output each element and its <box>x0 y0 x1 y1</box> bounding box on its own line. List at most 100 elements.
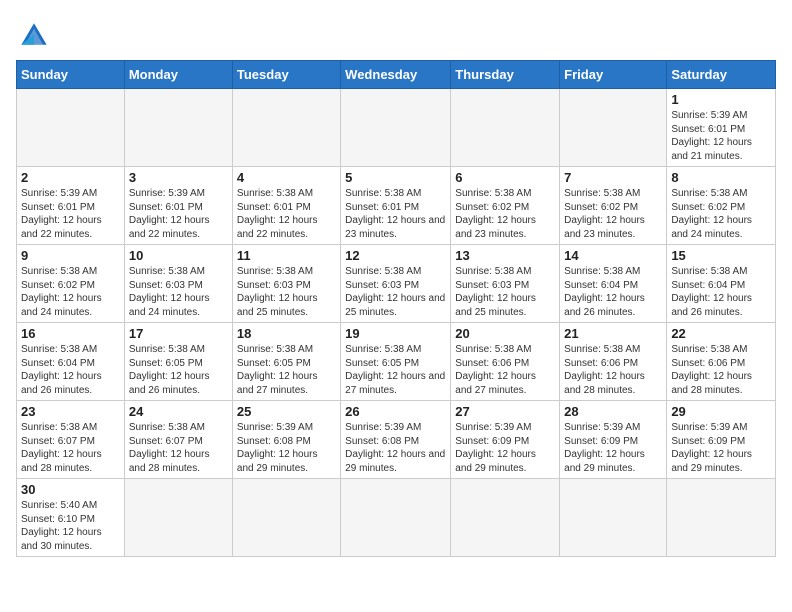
day-number: 2 <box>21 170 120 185</box>
calendar-day-cell: 15 Sunrise: 5:38 AM Sunset: 6:04 PM Dayli… <box>667 245 776 323</box>
day-number: 3 <box>129 170 228 185</box>
calendar-day-cell: 21 Sunrise: 5:38 AM Sunset: 6:06 PM Dayli… <box>560 323 667 401</box>
day-number: 11 <box>237 248 336 263</box>
page-header <box>16 16 776 52</box>
day-number: 7 <box>564 170 662 185</box>
day-info: Sunrise: 5:38 AM Sunset: 6:03 PM Dayligh… <box>237 265 336 319</box>
day-number: 15 <box>671 248 771 263</box>
day-number: 20 <box>455 326 555 341</box>
calendar-day-cell: 29Sunrise: 5:39 AM Sunset: 6:09 PM Dayli… <box>667 401 776 479</box>
day-info: Sunrise: 5:38 AM Sunset: 6:04 PM Dayligh… <box>564 265 662 319</box>
day-info: Sunrise: 5:38 AM Sunset: 6:02 PM Dayligh… <box>21 265 120 319</box>
day-info: Sunrise: 5:38 AM Sunset: 6:05 PM Dayligh… <box>345 343 446 397</box>
weekday-header-thursday: Thursday <box>451 61 560 89</box>
day-info: Sunrise: 5:39 AM Sunset: 6:08 PM Dayligh… <box>237 421 336 475</box>
calendar-day-cell: 30 Sunrise: 5:40 AM Sunset: 6:10 PM Dayli… <box>17 479 125 557</box>
day-info: Sunrise: 5:38 AM Sunset: 6:04 PM Dayligh… <box>21 343 120 397</box>
weekday-header-friday: Friday <box>560 61 667 89</box>
day-info: Sunrise: 5:38 AM Sunset: 6:03 PM Dayligh… <box>129 265 228 319</box>
day-info: Sunrise: 5:38 AM Sunset: 6:04 PM Dayligh… <box>671 265 771 319</box>
calendar-week-6: 30 Sunrise: 5:40 AM Sunset: 6:10 PM Dayli… <box>17 479 776 557</box>
calendar-day-cell: 24 Sunrise: 5:38 AM Sunset: 6:07 PM Dayli… <box>124 401 232 479</box>
calendar-day-cell <box>560 479 667 557</box>
day-number: 10 <box>129 248 228 263</box>
day-number: 30 <box>21 482 120 497</box>
day-number: 27 <box>455 404 555 419</box>
day-info: Sunrise: 5:38 AM Sunset: 6:07 PM Dayligh… <box>21 421 120 475</box>
weekday-header-sunday: Sunday <box>17 61 125 89</box>
calendar-week-4: 16 Sunrise: 5:38 AM Sunset: 6:04 PM Dayli… <box>17 323 776 401</box>
day-number: 26 <box>345 404 446 419</box>
day-info: Sunrise: 5:38 AM Sunset: 6:06 PM Dayligh… <box>455 343 555 397</box>
day-number: 5 <box>345 170 446 185</box>
calendar-week-1: 1Sunrise: 5:39 AM Sunset: 6:01 PM Daylig… <box>17 89 776 167</box>
day-number: 25 <box>237 404 336 419</box>
calendar-day-cell <box>232 479 340 557</box>
day-number: 21 <box>564 326 662 341</box>
calendar-day-cell: 8Sunrise: 5:38 AM Sunset: 6:02 PM Daylig… <box>667 167 776 245</box>
calendar-day-cell: 7 Sunrise: 5:38 AM Sunset: 6:02 PM Daylig… <box>560 167 667 245</box>
day-number: 23 <box>21 404 120 419</box>
calendar-day-cell: 11 Sunrise: 5:38 AM Sunset: 6:03 PM Dayli… <box>232 245 340 323</box>
calendar-day-cell <box>17 89 125 167</box>
calendar-day-cell <box>232 89 340 167</box>
weekday-header-wednesday: Wednesday <box>341 61 451 89</box>
day-info: Sunrise: 5:39 AM Sunset: 6:08 PM Dayligh… <box>345 421 446 475</box>
calendar-day-cell: 5 Sunrise: 5:38 AM Sunset: 6:01 PM Daylig… <box>341 167 451 245</box>
day-number: 13 <box>455 248 555 263</box>
day-info: Sunrise: 5:40 AM Sunset: 6:10 PM Dayligh… <box>21 499 120 553</box>
day-number: 24 <box>129 404 228 419</box>
day-number: 4 <box>237 170 336 185</box>
calendar-day-cell <box>451 89 560 167</box>
day-info: Sunrise: 5:38 AM Sunset: 6:07 PM Dayligh… <box>129 421 228 475</box>
day-info: Sunrise: 5:38 AM Sunset: 6:06 PM Dayligh… <box>671 343 771 397</box>
generalblue-logo-icon <box>16 16 52 52</box>
day-number: 12 <box>345 248 446 263</box>
calendar-week-2: 2 Sunrise: 5:39 AM Sunset: 6:01 PM Daylig… <box>17 167 776 245</box>
day-info: Sunrise: 5:39 AM Sunset: 6:01 PM Dayligh… <box>21 187 120 241</box>
day-number: 28 <box>564 404 662 419</box>
calendar-day-cell: 27 Sunrise: 5:39 AM Sunset: 6:09 PM Dayli… <box>451 401 560 479</box>
day-number: 14 <box>564 248 662 263</box>
day-info: Sunrise: 5:38 AM Sunset: 6:06 PM Dayligh… <box>564 343 662 397</box>
calendar-day-cell: 10 Sunrise: 5:38 AM Sunset: 6:03 PM Dayli… <box>124 245 232 323</box>
calendar-day-cell: 3 Sunrise: 5:39 AM Sunset: 6:01 PM Daylig… <box>124 167 232 245</box>
weekday-header-row: SundayMondayTuesdayWednesdayThursdayFrid… <box>17 61 776 89</box>
calendar-day-cell <box>124 89 232 167</box>
calendar-day-cell <box>341 479 451 557</box>
calendar-day-cell <box>341 89 451 167</box>
day-info: Sunrise: 5:38 AM Sunset: 6:05 PM Dayligh… <box>129 343 228 397</box>
calendar-day-cell: 16 Sunrise: 5:38 AM Sunset: 6:04 PM Dayli… <box>17 323 125 401</box>
calendar-week-5: 23 Sunrise: 5:38 AM Sunset: 6:07 PM Dayli… <box>17 401 776 479</box>
calendar-day-cell: 18 Sunrise: 5:38 AM Sunset: 6:05 PM Dayli… <box>232 323 340 401</box>
calendar-day-cell: 28Sunrise: 5:39 AM Sunset: 6:09 PM Dayli… <box>560 401 667 479</box>
day-number: 16 <box>21 326 120 341</box>
day-info: Sunrise: 5:39 AM Sunset: 6:09 PM Dayligh… <box>455 421 555 475</box>
calendar-day-cell <box>124 479 232 557</box>
weekday-header-saturday: Saturday <box>667 61 776 89</box>
day-number: 18 <box>237 326 336 341</box>
day-number: 8 <box>671 170 771 185</box>
calendar-day-cell: 2 Sunrise: 5:39 AM Sunset: 6:01 PM Daylig… <box>17 167 125 245</box>
day-info: Sunrise: 5:38 AM Sunset: 6:01 PM Dayligh… <box>345 187 446 241</box>
day-number: 17 <box>129 326 228 341</box>
calendar-day-cell: 1Sunrise: 5:39 AM Sunset: 6:01 PM Daylig… <box>667 89 776 167</box>
day-info: Sunrise: 5:38 AM Sunset: 6:05 PM Dayligh… <box>237 343 336 397</box>
calendar-day-cell <box>560 89 667 167</box>
day-number: 1 <box>671 92 771 107</box>
calendar-day-cell: 20 Sunrise: 5:38 AM Sunset: 6:06 PM Dayli… <box>451 323 560 401</box>
day-info: Sunrise: 5:38 AM Sunset: 6:01 PM Dayligh… <box>237 187 336 241</box>
day-info: Sunrise: 5:39 AM Sunset: 6:01 PM Dayligh… <box>129 187 228 241</box>
day-number: 19 <box>345 326 446 341</box>
day-number: 6 <box>455 170 555 185</box>
calendar-day-cell: 22 Sunrise: 5:38 AM Sunset: 6:06 PM Dayli… <box>667 323 776 401</box>
weekday-header-tuesday: Tuesday <box>232 61 340 89</box>
day-info: Sunrise: 5:38 AM Sunset: 6:02 PM Dayligh… <box>455 187 555 241</box>
day-number: 29 <box>671 404 771 419</box>
day-number: 22 <box>671 326 771 341</box>
calendar-day-cell: 25 Sunrise: 5:39 AM Sunset: 6:08 PM Dayli… <box>232 401 340 479</box>
calendar-week-3: 9Sunrise: 5:38 AM Sunset: 6:02 PM Daylig… <box>17 245 776 323</box>
day-info: Sunrise: 5:38 AM Sunset: 6:02 PM Dayligh… <box>564 187 662 241</box>
calendar-day-cell: 19 Sunrise: 5:38 AM Sunset: 6:05 PM Dayli… <box>341 323 451 401</box>
calendar-day-cell: 26 Sunrise: 5:39 AM Sunset: 6:08 PM Dayli… <box>341 401 451 479</box>
